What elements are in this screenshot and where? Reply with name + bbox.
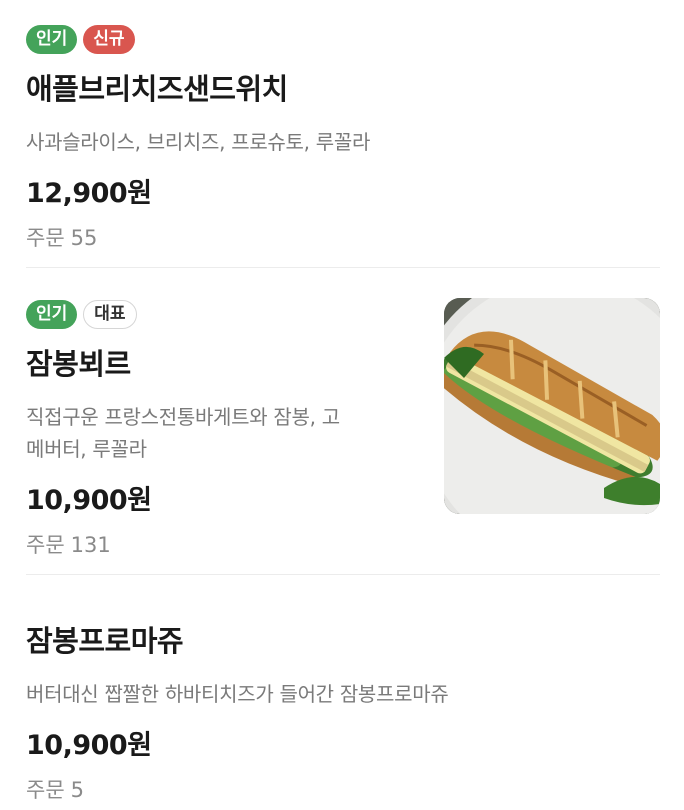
menu-item-description-line: 직접구운 프랑스전통바게트와 잠봉, 고 [26,405,340,429]
menu-item-price: 10,900원 [26,485,152,516]
order-count: 주문 131 [26,529,406,559]
menu-item-description: 버터대신 짭짤한 하바티치즈가 들어간 잠봉프로마쥬 [26,682,449,706]
order-number: 131 [70,533,111,557]
menu-item-name: 잠봉뵈르 [26,347,131,381]
sandwich-image [444,298,660,514]
order-label: 주문 [26,533,65,557]
popular-badge: 인기 [26,25,78,54]
menu-item-apple-brie-sandwich[interactable]: 인기 신규 애플브리치즈샌드위치 사과슬라이스, 브리치즈, 프로슈토, 루꼴라… [26,0,660,267]
menu-item-jambon-beurre[interactable]: 인기 대표 잠봉뵈르 직접구운 프랑스전통바게트와 잠봉, 고 메버터, 루꼴라… [26,267,660,574]
new-badge: 신규 [83,25,135,54]
menu-item-description-line: 메버터, 루꼴라 [26,437,147,461]
badge-group: 인기 대표 [26,299,406,330]
menu-item-price: 10,900원 [26,730,152,761]
order-count: 주문 5 [26,774,660,804]
menu-item-name: 애플브리치즈샌드위치 [26,72,288,106]
popular-badge: 인기 [26,300,78,329]
sandwich-photo[interactable] [444,298,660,514]
badge-group: 인기 신규 [26,24,660,55]
signature-badge: 대표 [83,300,137,329]
order-label: 주문 [26,778,65,802]
menu-item-price: 12,900원 [26,178,152,209]
order-number: 5 [70,778,85,802]
menu-item-description: 사과슬라이스, 브리치즈, 프로슈토, 루꼴라 [26,130,371,154]
menu-list: 인기 신규 애플브리치즈샌드위치 사과슬라이스, 브리치즈, 프로슈토, 루꼴라… [0,0,684,804]
menu-item-name: 잠봉프로마쥬 [26,624,184,658]
order-count: 주문 55 [26,222,660,252]
menu-item-jambon-fromage[interactable]: 잠봉프로마쥬 버터대신 짭짤한 하바티치즈가 들어간 잠봉프로마쥬 10,900… [26,574,660,804]
order-number: 55 [70,226,98,250]
menu-item-description: 직접구운 프랑스전통바게트와 잠봉, 고 메버터, 루꼴라 [26,401,406,465]
order-label: 주문 [26,226,65,250]
